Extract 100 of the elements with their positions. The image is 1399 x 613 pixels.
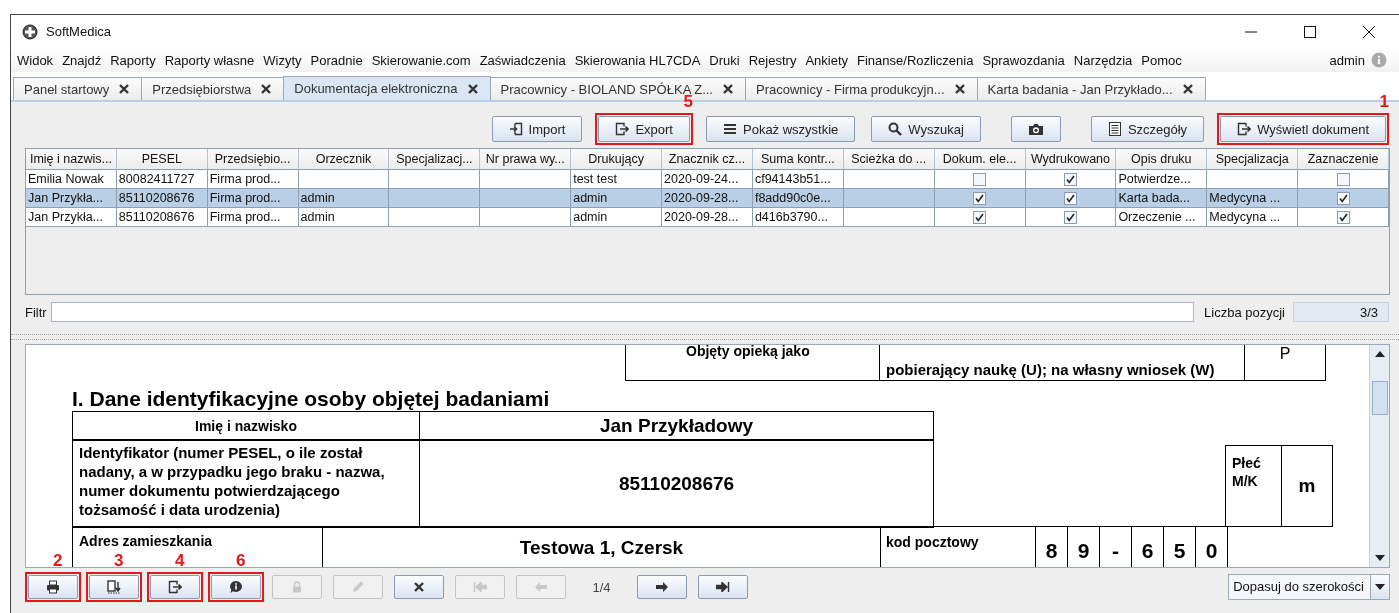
menu-item[interactable]: Skierowanie.com xyxy=(371,52,471,68)
table-cell: Emilia Nowak xyxy=(28,172,104,186)
table-cell: Jan Przykła... xyxy=(28,191,104,205)
export-icon xyxy=(1237,122,1252,136)
column-header[interactable]: Przedsiębio... xyxy=(207,149,299,170)
scroll-up-icon[interactable] xyxy=(1374,351,1385,357)
delete-button[interactable] xyxy=(394,575,444,599)
document-text: Jan Przykładowy xyxy=(419,411,934,440)
toolbar-button[interactable]: Import xyxy=(491,116,583,142)
column-header[interactable]: Suma kontr... xyxy=(752,149,844,170)
table-cell: Potwierdze... xyxy=(1118,172,1191,186)
zoom-dropdown[interactable]: Dopasuj do szerokości xyxy=(1228,574,1390,600)
column-header[interactable]: Imię i nazwis... xyxy=(26,149,117,170)
column-header[interactable]: Dokum. ele... xyxy=(934,149,1026,170)
table-cell: 2020-09-24... xyxy=(664,172,739,186)
menu-item[interactable]: Finanse/Rozliczenia xyxy=(857,52,974,68)
tab[interactable]: Pracownicy - Firma produkcyjn... xyxy=(745,77,978,100)
document-text: Imię i nazwisko xyxy=(72,411,420,440)
checkbox[interactable] xyxy=(1336,172,1350,186)
user-name: admin xyxy=(1329,52,1365,68)
menu-item[interactable]: Znajdź xyxy=(62,52,102,68)
count-value: 3/3 xyxy=(1293,302,1389,322)
toolbar-button[interactable]: Pokaż wszystkie xyxy=(706,116,856,142)
last-button[interactable] xyxy=(698,575,748,599)
menu-item[interactable]: Raporty xyxy=(110,52,156,68)
document-text: P xyxy=(1244,345,1326,381)
column-header[interactable]: Opis druku xyxy=(1116,149,1208,170)
checkbox[interactable] xyxy=(973,191,987,205)
tab[interactable]: Przedsiębiorstwa xyxy=(141,77,285,100)
tab[interactable]: Karta badania - Jan Przykłado... xyxy=(976,77,1206,100)
table-cell: admin xyxy=(573,191,608,205)
checkbox[interactable] xyxy=(1063,191,1077,205)
filter-label: Filtr xyxy=(25,304,47,320)
column-header[interactable]: Zaznaczenie xyxy=(1298,149,1389,170)
close-icon[interactable] xyxy=(261,84,272,94)
checkbox[interactable] xyxy=(973,172,987,186)
callout-number: 3 xyxy=(114,552,124,570)
table-row[interactable]: Jan Przykła... 85110208676 Firma prod... admin admin 2020-09-28... d416b3790... Orzeczenie ... Medycyna ... xyxy=(26,208,1389,227)
menu-item[interactable]: Skierowania HL7CDA xyxy=(574,52,701,68)
menu-item[interactable]: Druki xyxy=(709,52,740,68)
table-cell: 2020-09-28... xyxy=(664,191,739,205)
checkbox[interactable] xyxy=(1063,172,1077,186)
toolbar-button[interactable]: Wyświetl dokument xyxy=(1220,116,1386,142)
document-arrow-icon xyxy=(107,580,121,594)
close-icon[interactable] xyxy=(723,84,733,94)
checkbox[interactable] xyxy=(1336,191,1350,205)
menu-item[interactable]: Rejestry xyxy=(748,52,797,68)
document-heading: I. Dane identyfikacyjne osoby objętej badaniami xyxy=(72,387,551,411)
menu-item[interactable]: Poradnie xyxy=(310,52,363,68)
checkbox[interactable] xyxy=(1336,210,1350,224)
toolbar-button[interactable]: Export xyxy=(598,116,690,142)
document-text: Objęty opieką jako xyxy=(625,345,880,381)
column-header[interactable]: Specjalizacja xyxy=(1207,149,1299,170)
column-header[interactable]: PESEL xyxy=(116,149,208,170)
close-icon[interactable] xyxy=(119,84,130,94)
scrollbar[interactable] xyxy=(1369,345,1389,567)
toolbar-button[interactable]: Wyszukaj xyxy=(871,116,981,142)
column-header[interactable]: Scieżka do ... xyxy=(843,149,935,170)
menu-item[interactable]: Pomoc xyxy=(1141,52,1182,68)
close-icon[interactable] xyxy=(1182,84,1193,94)
table-cell: 2020-09-28... xyxy=(664,210,739,224)
menu-item[interactable]: Raporty własne xyxy=(164,52,255,68)
maximize-icon[interactable] xyxy=(1304,25,1316,38)
menu-item[interactable]: Zaświadczenia xyxy=(479,52,566,68)
camera-button[interactable] xyxy=(1010,116,1061,142)
column-header[interactable]: Drukujący xyxy=(571,149,663,170)
close-icon[interactable] xyxy=(954,84,965,94)
checkbox[interactable] xyxy=(973,210,987,224)
scroll-down-icon[interactable] xyxy=(1374,555,1385,561)
tab[interactable]: Dokumentacja elektroniczna xyxy=(283,76,491,100)
menu-item[interactable]: Widok xyxy=(17,52,54,68)
checkbox[interactable] xyxy=(1063,210,1077,224)
column-header[interactable]: Nr prawa wy... xyxy=(480,149,572,170)
column-header[interactable]: Znacznik cz... xyxy=(662,149,753,170)
table-row[interactable]: Emilia Nowak 80082411727 Firma prod... test test 2020-09-24... cf94143b51... Potwierdze... xyxy=(26,170,1389,189)
filter-field[interactable] xyxy=(50,302,1195,322)
tab[interactable]: Panel startowy xyxy=(13,77,143,100)
printer-icon xyxy=(46,580,60,594)
column-header[interactable]: Wydrukowano xyxy=(1025,149,1117,170)
arrow-right-icon xyxy=(656,582,668,592)
column-header[interactable]: Specjalizacj... xyxy=(389,149,481,170)
table-cell: test test xyxy=(573,172,617,186)
menu-item[interactable]: Sprawozdania xyxy=(982,52,1065,68)
table-row[interactable]: Jan Przykła... 85110208676 Firma prod... admin admin 2020-09-28... f8add90c0e... Karta bada... Medycyna ... xyxy=(26,189,1389,208)
column-header[interactable]: Orzecznik xyxy=(298,149,390,170)
document-text: Płeć M/K xyxy=(1225,445,1282,527)
close-icon[interactable] xyxy=(1363,25,1375,38)
table-cell: cf94143b51... xyxy=(754,172,831,186)
table-cell: Firma prod... xyxy=(209,191,281,205)
menu-item[interactable]: Narzędzia xyxy=(1073,52,1133,68)
table-cell: d416b3790... xyxy=(754,210,828,224)
scroll-thumb[interactable] xyxy=(1371,381,1388,415)
table-cell: Orzeczenie ... xyxy=(1118,210,1196,224)
menu-item[interactable]: Wizyty xyxy=(263,52,302,68)
close-icon[interactable] xyxy=(467,83,478,94)
menu-item[interactable]: Ankiety xyxy=(805,52,849,68)
document-text: 0 xyxy=(1195,526,1228,567)
toolbar-button[interactable]: Szczegóły xyxy=(1090,116,1205,142)
lock-icon xyxy=(290,580,304,594)
next-button[interactable] xyxy=(637,575,687,599)
